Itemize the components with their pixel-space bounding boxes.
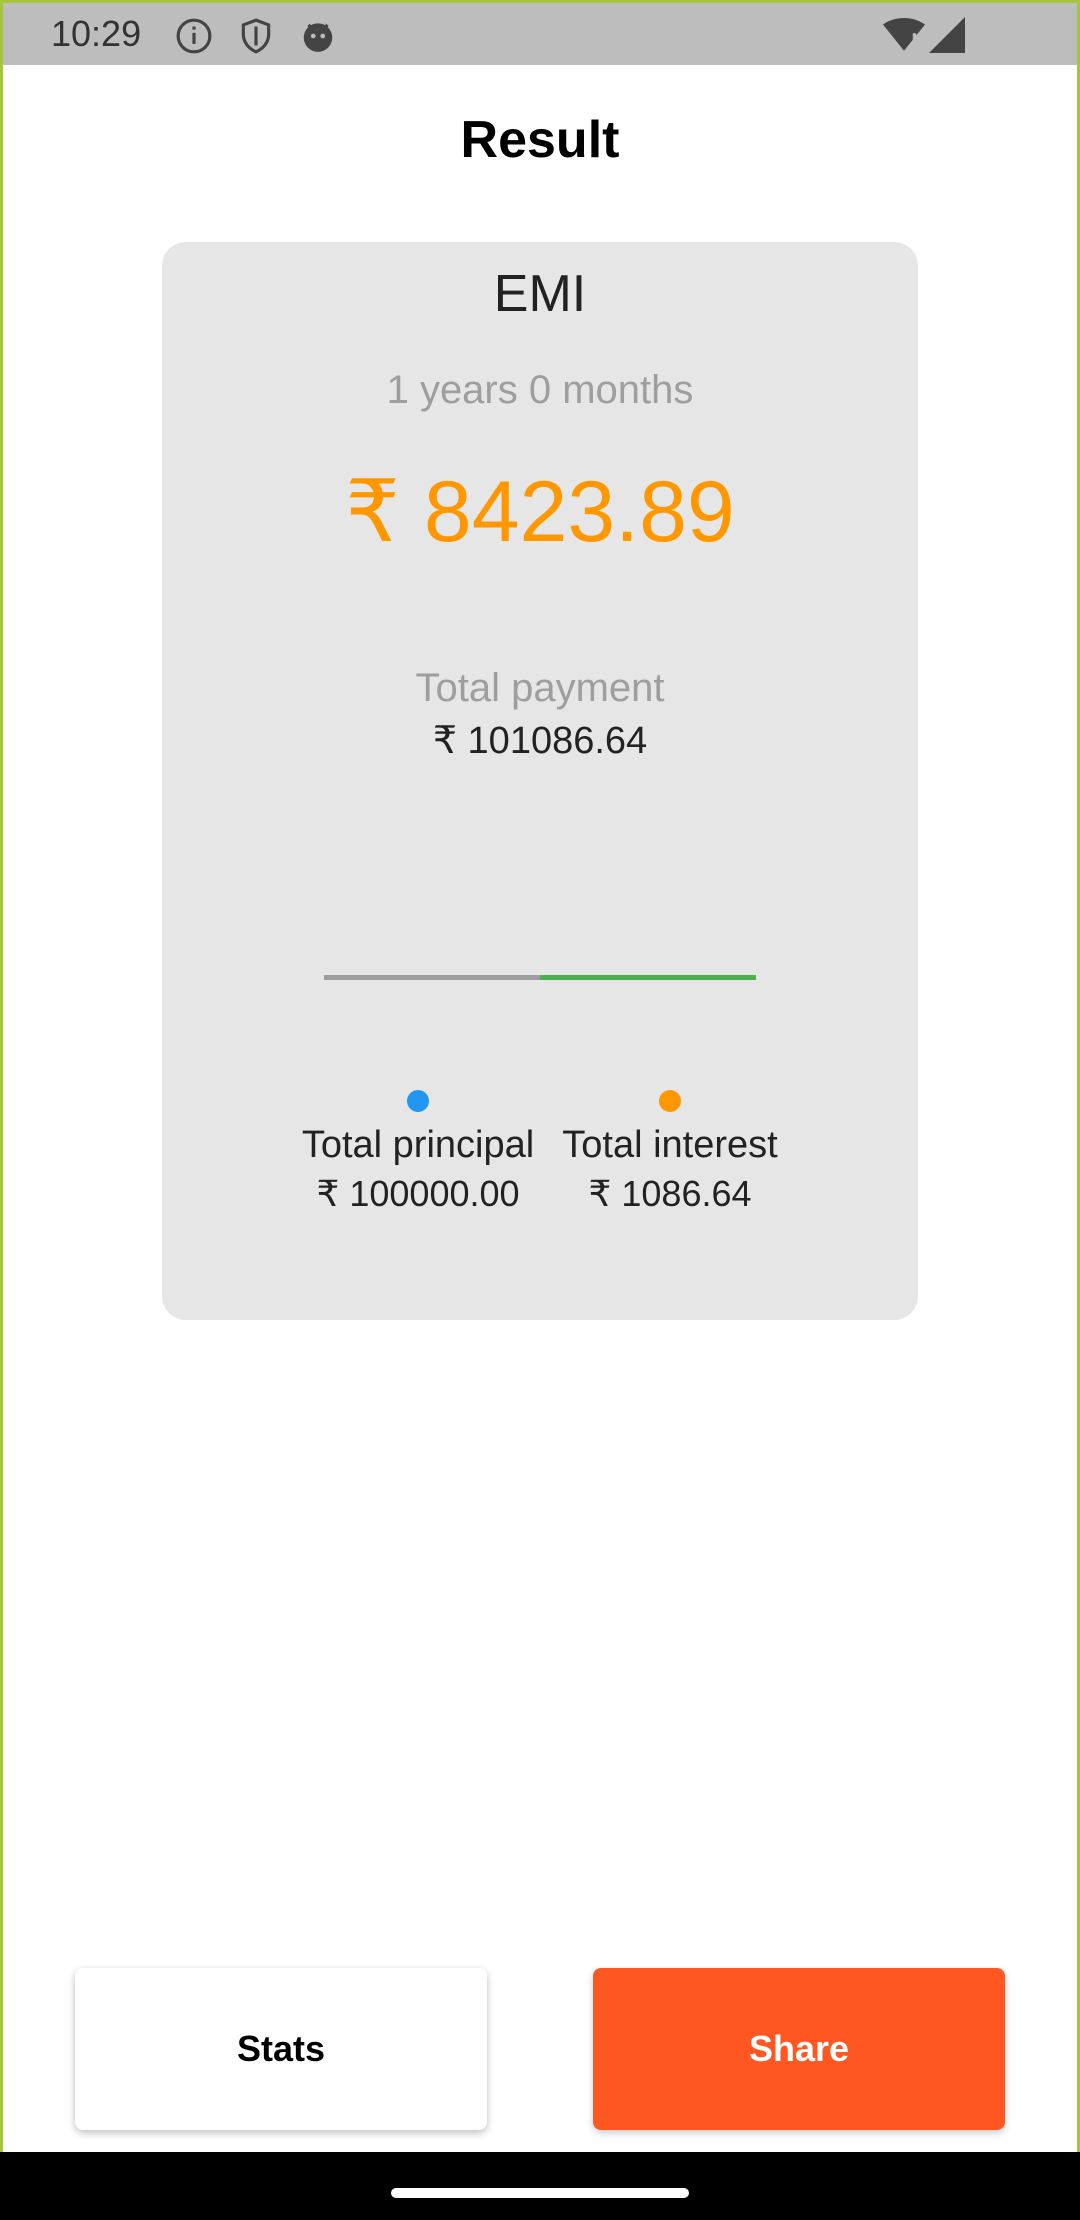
total-payment-label: Total payment xyxy=(415,666,665,710)
android-icon xyxy=(303,23,333,52)
legend-principal: Total principal ₹ 100000.00 xyxy=(288,1090,548,1215)
home-gesture-handle[interactable] xyxy=(391,2188,689,2198)
navigation-bar xyxy=(0,2152,1080,2220)
principal-label: Total principal xyxy=(301,1124,535,1166)
shield-icon xyxy=(241,18,271,54)
info-icon xyxy=(176,18,212,54)
interest-label: Total interest xyxy=(562,1124,778,1166)
page-title: Result xyxy=(460,111,620,169)
interest-bar xyxy=(540,975,756,980)
emi-amount: ₹ 8423.89 xyxy=(345,464,735,560)
principal-value: ₹ 100000.00 xyxy=(316,1173,520,1214)
principal-bar xyxy=(324,975,540,980)
emi-label: EMI xyxy=(493,265,587,323)
interest-value: ₹ 1086.64 xyxy=(588,1173,752,1214)
legend-interest: Total interest ₹ 1086.64 xyxy=(540,1090,800,1215)
tenure-text: 1 years 0 months xyxy=(386,368,694,412)
principal-dot-icon xyxy=(407,1090,429,1112)
interest-dot-icon xyxy=(659,1090,681,1112)
emi-result-card: EMI 1 years 0 months ₹ 8423.89 Total pay… xyxy=(162,242,918,1320)
total-payment-value: ₹ 101086.64 xyxy=(432,720,648,762)
share-button[interactable]: Share xyxy=(593,1968,1005,2130)
status-bar: 10:29 xyxy=(3,3,1077,65)
stats-button[interactable]: Stats xyxy=(75,1968,487,2130)
status-time: 10:29 xyxy=(51,13,142,54)
signal-icon xyxy=(929,17,965,53)
wifi-icon xyxy=(883,17,925,51)
